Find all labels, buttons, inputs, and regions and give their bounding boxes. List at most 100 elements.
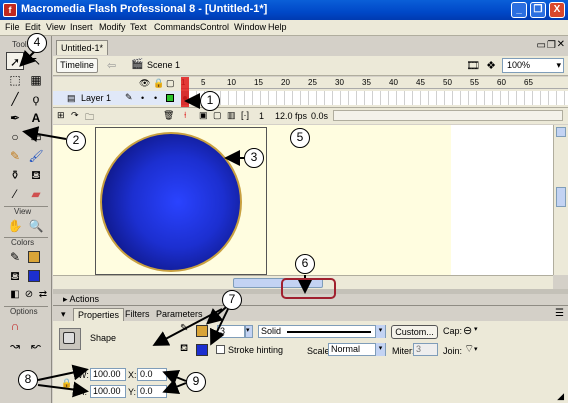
menu-view[interactable]: View — [46, 22, 65, 32]
x-input[interactable]: 0.0 — [137, 368, 167, 381]
eraser-tool-icon[interactable]: ▰ — [27, 185, 45, 203]
menu-file[interactable]: File — [5, 22, 20, 32]
stroke-height-dropdown-icon[interactable]: ▾ — [245, 325, 253, 338]
straighten-icon[interactable]: ↜ — [27, 337, 45, 355]
custom-stroke-button[interactable]: Custom... — [391, 325, 438, 339]
timeline-button[interactable]: Timeline — [56, 58, 98, 73]
lasso-tool-icon[interactable]: ϙ — [27, 90, 45, 108]
fill-transform-tool-icon[interactable]: ▦ — [27, 71, 45, 89]
actions-panel-header[interactable]: ▸ Actions — [53, 294, 568, 306]
menu-modify[interactable]: Modify — [99, 22, 126, 32]
frame-rate[interactable]: 12.0 fps — [275, 111, 307, 121]
panel-options-icon[interactable]: ☰ — [555, 308, 564, 319]
minimize-button[interactable]: _ — [511, 2, 527, 18]
oval-tool-icon[interactable]: ○ — [6, 128, 24, 146]
vscroll-thumb[interactable] — [556, 187, 566, 207]
snap-magnet-icon[interactable]: ∩ — [6, 317, 24, 335]
frame-ruler[interactable]: 1 5 10 15 20 25 30 35 40 45 50 55 60 65 — [181, 77, 568, 89]
subselect-tool-icon[interactable]: ↖ — [27, 52, 45, 70]
timeline-hscroll[interactable] — [333, 110, 563, 121]
playhead[interactable] — [181, 77, 189, 107]
layer-visible-dot[interactable]: • — [141, 93, 144, 103]
ink-bottle-tool-icon[interactable]: ⚱ — [6, 166, 24, 184]
onion-outline-icon[interactable]: ▢ — [213, 110, 222, 121]
collapse-arrow-icon[interactable]: ▾ — [57, 308, 70, 321]
menu-edit[interactable]: Edit — [25, 22, 41, 32]
back-arrow-icon[interactable]: ⇦ — [107, 59, 116, 72]
stroke-hinting-checkbox[interactable] — [216, 345, 225, 354]
document-tab[interactable]: Untitled-1* — [56, 40, 108, 55]
insert-layer-icon[interactable]: ⊞ — [57, 110, 65, 121]
zoom-select[interactable]: 100% ▾ — [502, 58, 564, 73]
rectangle-tool-icon[interactable]: ▭ — [27, 128, 45, 146]
menu-window[interactable]: Window — [234, 22, 266, 32]
layer-lock-dot[interactable]: • — [154, 93, 157, 103]
tab-filters[interactable]: Filters — [121, 308, 154, 320]
lock-icon[interactable]: 🔒 — [153, 78, 164, 89]
menu-commands[interactable]: Commands — [154, 22, 200, 32]
brush-tool-icon[interactable]: 🖌 — [27, 147, 45, 165]
pencil-tool-icon[interactable]: ✎ — [6, 147, 24, 165]
menu-insert[interactable]: Insert — [70, 22, 93, 32]
close-button[interactable]: X — [549, 2, 565, 18]
join-select-icon[interactable]: ⌔ — [464, 342, 474, 356]
frames-grid[interactable] — [181, 91, 568, 105]
line-tool-icon[interactable]: ╱ — [6, 90, 24, 108]
menu-control[interactable]: Control — [200, 22, 229, 32]
restore-doc-icon-2[interactable]: ❐ — [547, 40, 556, 51]
edit-multiple-icon[interactable]: ▥ — [227, 110, 236, 121]
center-frame-icon[interactable]: ⍿ — [184, 110, 186, 121]
constrain-lock-icon[interactable]: 🔒 — [61, 378, 72, 389]
stage[interactable] — [95, 127, 267, 275]
hscroll-thumb[interactable] — [233, 278, 323, 288]
layer-name[interactable]: Layer 1 — [81, 93, 111, 103]
layer-row[interactable]: ▤ Layer 1 ✎ • • — [53, 91, 181, 105]
stroke-color-picker[interactable] — [196, 325, 208, 337]
close-doc-icon[interactable]: ✕ — [557, 39, 565, 50]
restore-doc-icon[interactable]: ▭ — [537, 40, 546, 51]
free-transform-tool-icon[interactable]: ⬚ — [6, 71, 24, 89]
miter-input[interactable]: 3 — [413, 343, 438, 356]
pen-tool-icon[interactable]: ✒ — [6, 109, 24, 127]
vertical-scrollbar[interactable] — [553, 125, 568, 275]
stroke-style-select[interactable]: Solid ▾ — [258, 325, 386, 338]
y-input[interactable]: 0.0 — [137, 385, 167, 398]
eye-icon[interactable]: 👁 — [139, 78, 150, 89]
layer-outline-color[interactable] — [166, 94, 174, 102]
edit-scene-icon[interactable]: 🎞 — [466, 59, 480, 72]
eyedropper-tool-icon[interactable]: ⁄ — [6, 185, 24, 203]
swap-colors-icon[interactable]: ⇄ — [34, 286, 52, 304]
paint-bucket-tool-icon[interactable]: ⛾ — [27, 166, 45, 184]
edit-symbols-icon[interactable]: ❖ — [486, 59, 496, 72]
zoom-tool-icon[interactable]: 🔍 — [27, 217, 45, 235]
add-motion-guide-icon[interactable]: ↷ — [71, 110, 79, 121]
onion-skin-icon[interactable]: ▣ — [199, 110, 208, 121]
tab-parameters[interactable]: Parameters — [152, 308, 207, 320]
stroke-height-input[interactable]: 3 — [217, 325, 245, 338]
scroll-up-icon[interactable] — [556, 127, 566, 137]
maximize-button[interactable]: ❐ — [530, 2, 546, 18]
blue-circle-shape[interactable] — [100, 132, 242, 272]
fill-color-picker[interactable] — [196, 344, 208, 356]
fill-color-bucket-icon[interactable]: ⛾ — [6, 267, 24, 285]
menu-text[interactable]: Text — [130, 22, 147, 32]
modify-markers-icon[interactable]: [·] — [241, 110, 249, 120]
delete-layer-icon[interactable]: 🗑 — [163, 110, 174, 121]
height-input[interactable]: 100.00 — [90, 385, 126, 398]
width-input[interactable]: 100.00 — [90, 368, 126, 381]
arrow-tool-icon[interactable]: ➚ — [6, 52, 24, 70]
smooth-icon[interactable]: ↝ — [6, 337, 24, 355]
resize-grip-icon[interactable]: ◢ — [557, 391, 564, 402]
stroke-color-swatch[interactable] — [28, 251, 40, 263]
scale-select[interactable]: Normal ▾ — [328, 343, 386, 356]
outline-icon[interactable]: ▢ — [166, 78, 175, 89]
stroke-color-pencil-icon[interactable]: ✎ — [6, 248, 24, 266]
horizontal-scrollbar[interactable] — [53, 275, 553, 289]
insert-folder-icon[interactable]: 🗀 — [85, 110, 94, 126]
fill-color-swatch[interactable] — [28, 270, 40, 282]
tab-properties[interactable]: Properties — [73, 308, 125, 321]
text-tool-icon[interactable]: A — [27, 109, 45, 127]
cap-select-icon[interactable]: ⊖ — [463, 324, 472, 337]
menu-help[interactable]: Help — [268, 22, 287, 32]
hand-tool-icon[interactable]: ✋ — [6, 217, 24, 235]
